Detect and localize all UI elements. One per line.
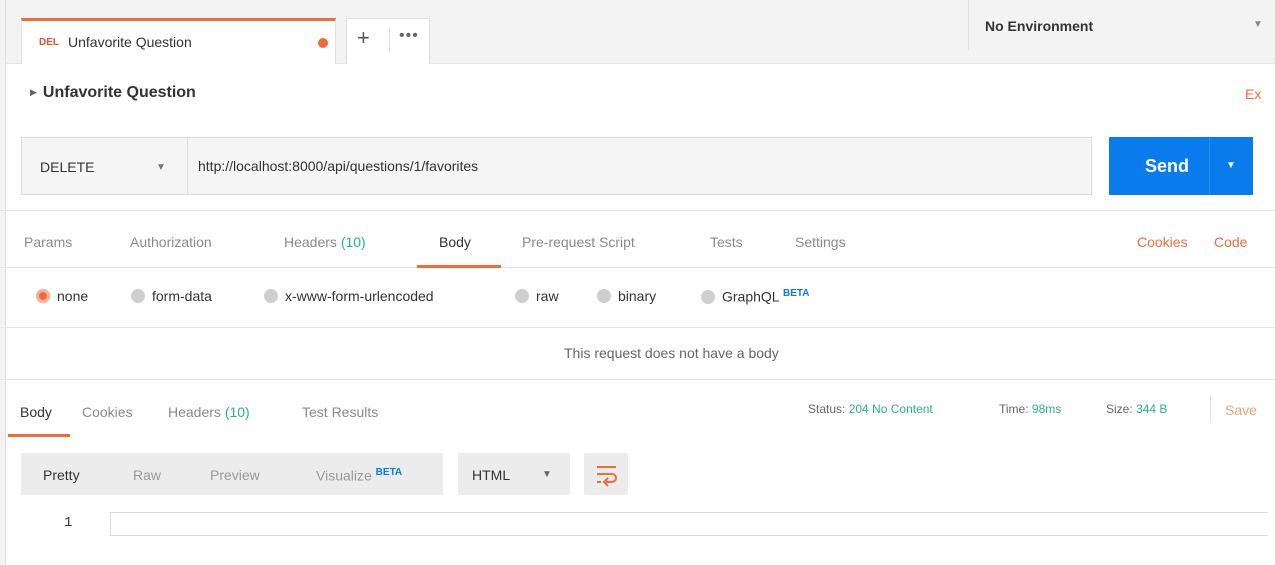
environment-select[interactable]: No Environment ▼ xyxy=(968,0,1275,50)
save-response-button[interactable]: Save xyxy=(1225,402,1257,418)
active-tab-indicator xyxy=(417,265,501,268)
tab-settings[interactable]: Settings xyxy=(795,234,846,250)
radio-icon xyxy=(701,289,715,304)
method-value: DELETE xyxy=(40,159,95,175)
size-label: Size: xyxy=(1106,402,1133,416)
response-tab-headers-label: Headers xyxy=(168,404,221,420)
url-bar: DELETE ▼ xyxy=(21,137,1092,195)
radio-icon xyxy=(131,289,145,303)
new-tab-icon[interactable]: + xyxy=(357,25,370,51)
radio-icon xyxy=(264,289,278,303)
response-tab-body[interactable]: Body xyxy=(20,404,52,420)
method-badge: DEL xyxy=(39,37,59,48)
wrap-lines-button[interactable] xyxy=(584,453,628,495)
tab-headers-label: Headers xyxy=(284,234,337,250)
radio-label: form-data xyxy=(152,288,212,304)
beta-badge: BETA xyxy=(375,467,403,478)
status-value: 204 No Content xyxy=(848,402,933,416)
format-visualize-label: Visualize xyxy=(316,467,372,484)
radio-binary[interactable]: binary xyxy=(597,288,656,304)
radio-graphql[interactable]: GraphQL BETA xyxy=(701,288,809,305)
active-tab-indicator xyxy=(8,434,70,437)
body-type-options: none form-data x-www-form-urlencoded raw… xyxy=(0,269,1275,327)
tab-authorization[interactable]: Authorization xyxy=(130,234,212,250)
radio-icon xyxy=(597,289,611,303)
no-body-message: This request does not have a body xyxy=(564,345,779,361)
response-tabs: Body Cookies Headers (10) Test Results S… xyxy=(0,380,1275,437)
unsaved-dot-icon xyxy=(318,38,328,48)
beta-badge: BETA xyxy=(782,288,810,299)
more-options-icon[interactable]: ••• xyxy=(399,27,419,45)
response-tab-headers[interactable]: Headers (10) xyxy=(168,404,250,420)
response-tab-test-results[interactable]: Test Results xyxy=(302,404,378,420)
request-tabs: Params Authorization Headers (10) Body P… xyxy=(0,210,1275,268)
send-label: Send xyxy=(1145,156,1190,176)
tab-bar: DEL Unfavorite Question + ••• No Environ… xyxy=(0,0,1275,64)
line-number: 1 xyxy=(64,515,73,531)
radio-label: none xyxy=(57,288,89,304)
chevron-down-icon: ▼ xyxy=(1253,19,1263,30)
tab-pre-request-script[interactable]: Pre-request Script xyxy=(522,234,635,250)
radio-raw[interactable]: raw xyxy=(515,288,559,304)
empty-body-panel: This request does not have a body xyxy=(0,327,1275,380)
format-pretty[interactable]: Pretty xyxy=(43,467,80,483)
divider xyxy=(389,27,390,53)
request-tab-title: Unfavorite Question xyxy=(68,34,192,50)
tab-tests[interactable]: Tests xyxy=(710,234,743,250)
send-options-icon[interactable]: ▼ xyxy=(1226,160,1236,171)
environment-label: No Environment xyxy=(985,18,1094,34)
wrap-lines-icon xyxy=(597,466,617,487)
chevron-down-icon: ▼ xyxy=(542,469,552,480)
status-label: Status: xyxy=(808,402,846,416)
radio-label: raw xyxy=(536,288,559,304)
status-info: Status: 204 No Content xyxy=(808,402,933,416)
breadcrumb[interactable]: ▶ Unfavorite Question xyxy=(30,84,196,102)
language-value: HTML xyxy=(472,467,511,483)
format-raw[interactable]: Raw xyxy=(133,467,161,483)
url-input[interactable] xyxy=(188,138,1091,194)
chevron-down-icon: ▼ xyxy=(156,162,166,173)
tab-params[interactable]: Params xyxy=(24,234,72,250)
time-label: Time: xyxy=(999,402,1029,416)
radio-label: GraphQL xyxy=(722,288,780,305)
size-info: Size: 344 B xyxy=(1106,402,1167,416)
send-button[interactable]: Send ▼ xyxy=(1109,137,1253,195)
time-value: 98ms xyxy=(1031,402,1062,416)
headers-count: (10) xyxy=(340,234,366,250)
response-editor[interactable] xyxy=(110,512,1268,536)
radio-label: x-www-form-urlencoded xyxy=(285,288,434,304)
radio-label: binary xyxy=(618,288,657,304)
expand-icon[interactable]: ▶ xyxy=(30,87,37,97)
size-value: 344 B xyxy=(1136,402,1168,416)
time-info: Time: 98ms xyxy=(999,402,1061,416)
headers-count: (10) xyxy=(224,404,250,420)
tab-headers[interactable]: Headers (10) xyxy=(284,234,366,250)
radio-none[interactable]: none xyxy=(36,288,88,304)
tab-body[interactable]: Body xyxy=(439,234,471,250)
radio-urlencoded[interactable]: x-www-form-urlencoded xyxy=(264,288,434,304)
page-title: Unfavorite Question xyxy=(42,84,196,101)
cookies-link[interactable]: Cookies xyxy=(1137,234,1188,250)
examples-link[interactable]: Ex xyxy=(1245,86,1261,102)
request-tab[interactable]: DEL Unfavorite Question xyxy=(21,18,336,64)
code-link[interactable]: Code xyxy=(1214,234,1247,250)
radio-form-data[interactable]: form-data xyxy=(131,288,212,304)
radio-selected-icon xyxy=(36,289,50,303)
divider xyxy=(1209,137,1210,195)
method-select[interactable]: DELETE ▼ xyxy=(22,138,188,194)
response-tab-cookies[interactable]: Cookies xyxy=(82,404,133,420)
divider xyxy=(1210,396,1211,422)
format-preview[interactable]: Preview xyxy=(210,467,260,483)
language-select[interactable]: HTML ▼ xyxy=(458,453,570,495)
format-visualize[interactable]: Visualize BETA xyxy=(316,467,402,484)
format-toggle-group: Pretty Raw Preview Visualize BETA xyxy=(21,453,443,495)
tab-actions: + ••• xyxy=(346,18,430,64)
radio-icon xyxy=(515,289,529,303)
